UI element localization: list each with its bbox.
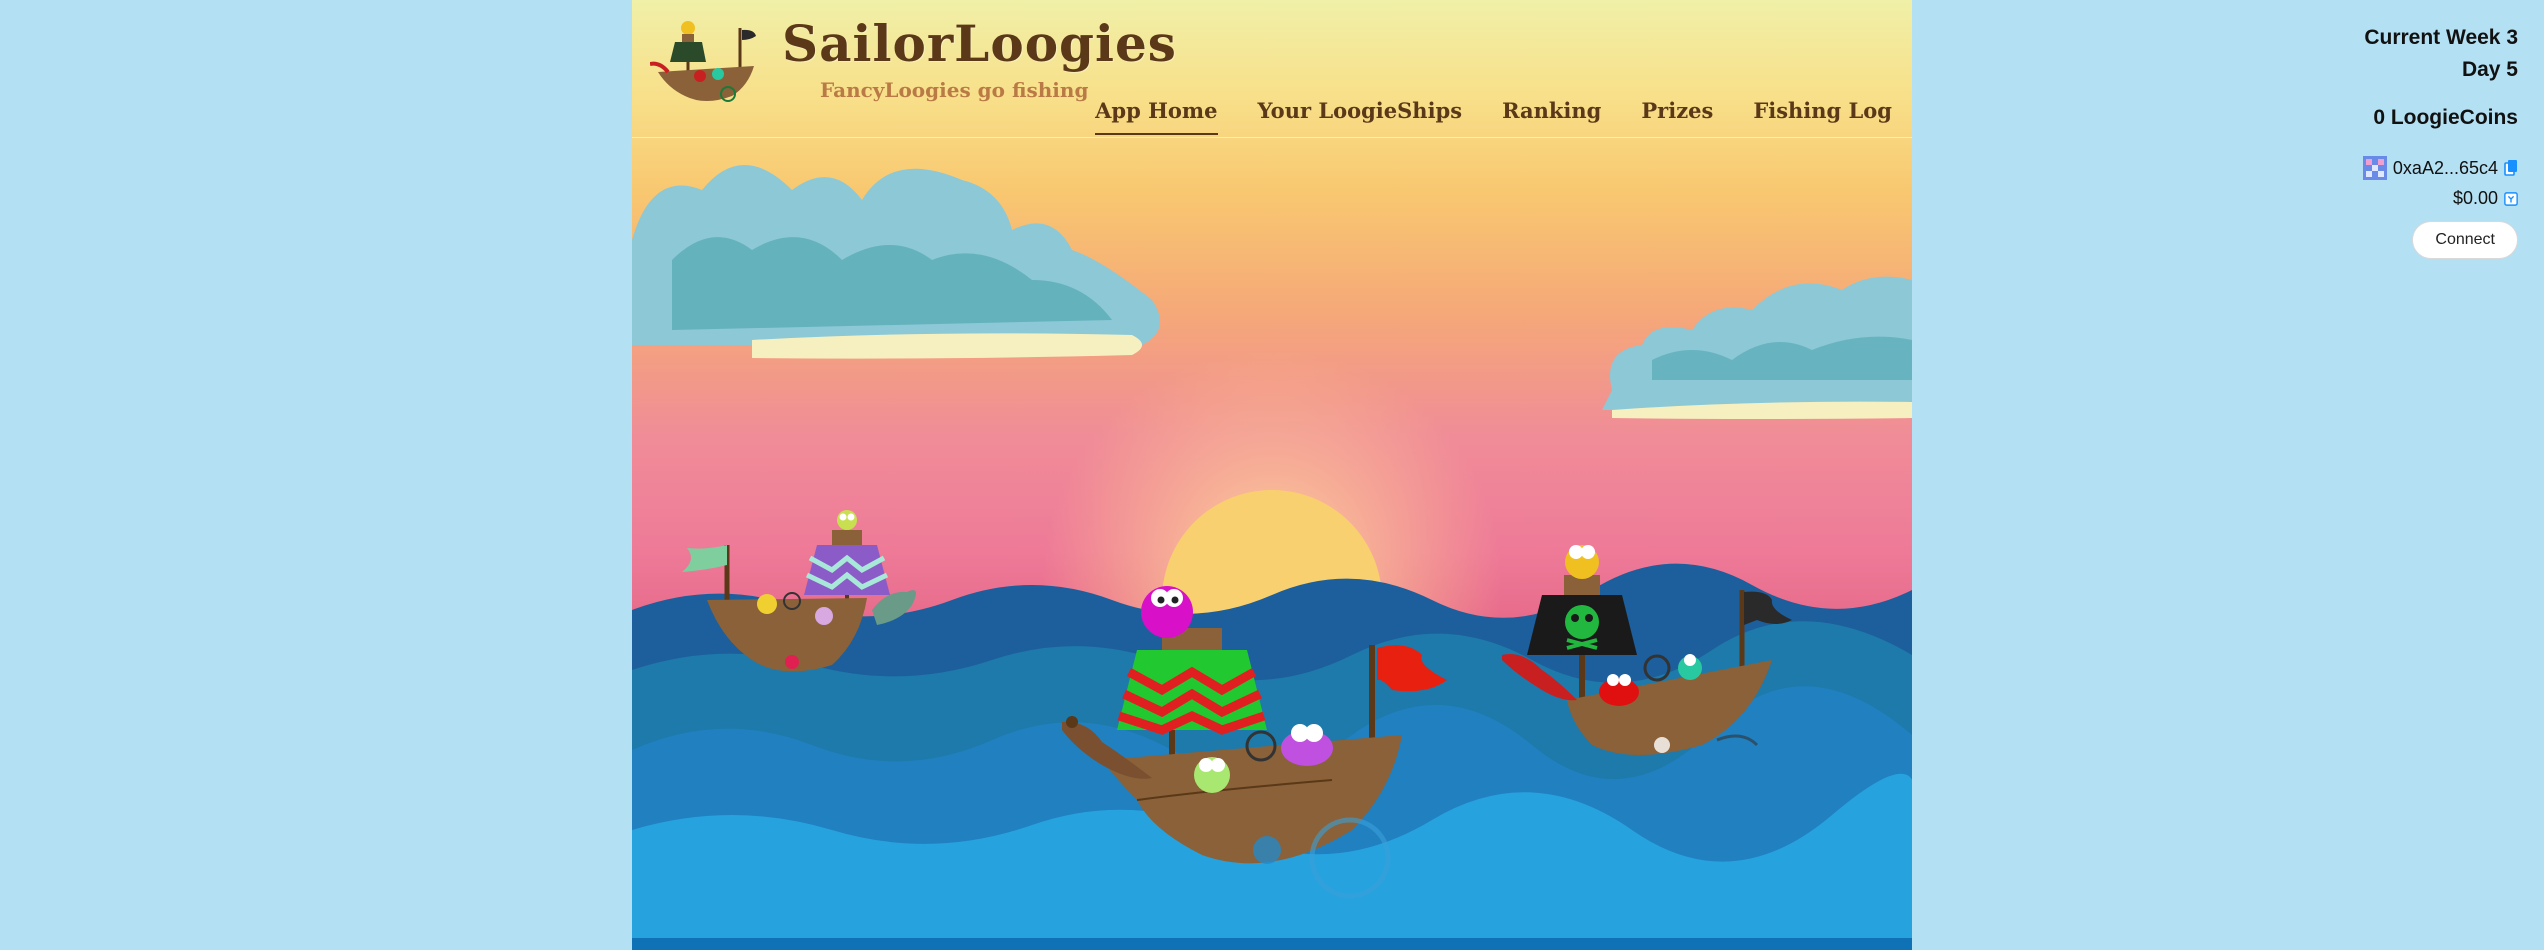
brand-title[interactable]: SailorLoogies (782, 14, 1177, 73)
ocean-scene-illustration (632, 165, 1912, 950)
page: SailorLoogies FancyLoogies go fishing Ap… (0, 0, 2544, 950)
wallet-address[interactable]: 0xaA2...65c4 (2393, 158, 2498, 179)
eth-balance: $0.00 (2452, 188, 2498, 208)
logo-ship-icon[interactable] (650, 14, 762, 104)
wallet-address-row: 0xaA2...65c4 (2258, 156, 2518, 180)
main-nav: App Home Your LoogieShips Ranking Prizes… (1095, 98, 1892, 135)
loogiecoins-balance: 0 LoogieCoins (2373, 106, 2518, 129)
nav-item-app-home[interactable]: App Home (1095, 98, 1218, 135)
nav-item-prizes[interactable]: Prizes (1641, 98, 1713, 135)
footer-strip (632, 938, 1912, 950)
balance-icon[interactable] (2504, 190, 2518, 208)
blockie-avatar-icon (2362, 156, 2387, 180)
brand-subtitle: FancyLoogies go fishing (820, 78, 1089, 102)
account-panel: Current Week 3 Day 5 0 LoogieCoins 0xaA2… (2258, 22, 2518, 259)
copy-icon[interactable] (2504, 159, 2518, 177)
nav-item-your-loogieships[interactable]: Your LoogieShips (1258, 98, 1463, 135)
nav-item-ranking[interactable]: Ranking (1502, 98, 1601, 135)
app-header: SailorLoogies FancyLoogies go fishing Ap… (632, 0, 1912, 138)
current-day-label: Day 5 (2461, 58, 2518, 81)
nav-item-fishing-log[interactable]: Fishing Log (1753, 98, 1892, 135)
eth-balance-row: $0.00 (2258, 188, 2518, 209)
connect-wallet-button[interactable]: Connect (2412, 221, 2518, 259)
current-week-label: Current Week 3 (2364, 26, 2518, 49)
scene: SailorLoogies FancyLoogies go fishing Ap… (632, 0, 1912, 950)
cloud-right (1602, 276, 1912, 419)
cloud-left (632, 165, 1160, 359)
